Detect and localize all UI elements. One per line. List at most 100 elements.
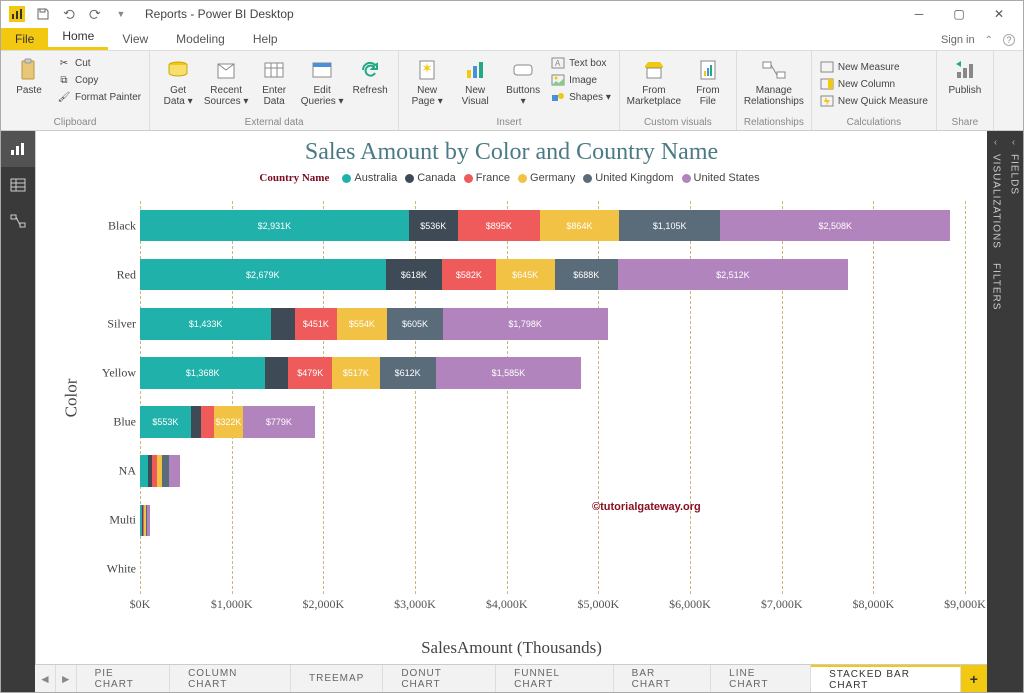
enter-data-button[interactable]: Enter Data: [250, 53, 298, 107]
tab-help[interactable]: Help: [239, 28, 292, 50]
new-page-button[interactable]: ✶New Page ▾: [403, 53, 451, 107]
page-tab[interactable]: BAR CHART: [614, 665, 712, 692]
chevron-left-icon[interactable]: ‹: [994, 137, 998, 148]
help-icon[interactable]: ?: [1003, 34, 1015, 46]
legend-title: Country Name: [259, 172, 329, 184]
new-visual-button[interactable]: New Visual: [451, 53, 499, 107]
bar-segment[interactable]: $553K: [140, 406, 191, 437]
add-page-button[interactable]: +: [961, 665, 987, 692]
undo-icon[interactable]: [57, 2, 81, 26]
edit-queries-button[interactable]: Edit Queries ▾: [298, 53, 346, 107]
bar-segment[interactable]: $2,679K: [140, 259, 386, 290]
signin-link[interactable]: Sign in: [941, 34, 975, 46]
bar-segment[interactable]: $605K: [387, 308, 442, 339]
bar-segment[interactable]: $451K: [295, 308, 336, 339]
close-button[interactable]: ✕: [979, 1, 1019, 27]
minimize-button[interactable]: ─: [899, 1, 939, 27]
page-tab[interactable]: DONUT CHART: [383, 665, 496, 692]
cut-button[interactable]: ✂Cut: [53, 55, 145, 71]
tab-view[interactable]: View: [108, 28, 162, 50]
paste-button[interactable]: Paste: [5, 53, 53, 96]
report-canvas[interactable]: Sales Amount by Color and Country Name C…: [35, 131, 987, 664]
bar-segment[interactable]: $864K: [540, 210, 619, 241]
redo-icon[interactable]: [83, 2, 107, 26]
refresh-button[interactable]: Refresh: [346, 53, 394, 96]
manage-relationships-button[interactable]: Manage Relationships: [741, 53, 807, 107]
report-view-icon[interactable]: [1, 131, 35, 167]
bar-segment[interactable]: $1,798K: [443, 308, 608, 339]
legend-item[interactable]: United States: [682, 172, 760, 184]
bar-segment[interactable]: $1,105K: [619, 210, 720, 241]
publish-button[interactable]: Publish: [941, 53, 989, 96]
bar-segment[interactable]: $779K: [243, 406, 314, 437]
legend-item[interactable]: United Kingdom: [583, 172, 673, 184]
legend-item[interactable]: France: [464, 172, 510, 184]
bar-segment[interactable]: [191, 406, 201, 437]
image-button[interactable]: Image: [547, 72, 615, 88]
bar-segment[interactable]: [271, 308, 295, 339]
bar-segment[interactable]: $1,433K: [140, 308, 271, 339]
bar-segment[interactable]: $322K: [214, 406, 244, 437]
page-tab[interactable]: PIE CHART: [77, 665, 170, 692]
page-tab[interactable]: COLUMN CHART: [170, 665, 291, 692]
bar-segment[interactable]: $895K: [458, 210, 540, 241]
bar-segment[interactable]: $479K: [288, 357, 332, 388]
format-painter-button[interactable]: 🖌Format Painter: [53, 89, 145, 105]
new-quick-measure-button[interactable]: New Quick Measure: [816, 93, 932, 109]
bar-segment[interactable]: [169, 455, 180, 486]
bar-segment[interactable]: $645K: [496, 259, 555, 290]
bar-segment[interactable]: [201, 406, 214, 437]
bar-segment[interactable]: $612K: [380, 357, 436, 388]
text-box-button[interactable]: AText box: [547, 55, 615, 71]
from-file-button[interactable]: From File: [684, 53, 732, 107]
category-label: Silver: [86, 316, 136, 331]
bar-segment[interactable]: $2,512K: [618, 259, 848, 290]
bar-row: Yellow$1,368K$479K$517K$612K$1,585K: [140, 357, 965, 388]
bar-segment[interactable]: $554K: [337, 308, 388, 339]
bar-segment[interactable]: $517K: [332, 357, 379, 388]
tab-modeling[interactable]: Modeling: [162, 28, 239, 50]
bar-segment[interactable]: $2,508K: [720, 210, 950, 241]
new-page-icon: ✶: [414, 57, 440, 83]
recent-sources-icon: [213, 57, 239, 83]
tab-file[interactable]: File: [1, 28, 48, 50]
copy-button[interactable]: ⧉Copy: [53, 72, 145, 88]
save-icon[interactable]: [31, 2, 55, 26]
legend-item[interactable]: Germany: [518, 172, 575, 184]
tabs-scroll-left[interactable]: ◄: [35, 665, 56, 692]
bar-segment[interactable]: [265, 357, 288, 388]
get-data-button[interactable]: Get Data ▾: [154, 53, 202, 107]
left-rail: [1, 131, 35, 692]
bar-segment[interactable]: $1,368K: [140, 357, 265, 388]
from-marketplace-button[interactable]: From Marketplace: [624, 53, 684, 107]
chevron-left-icon[interactable]: ‹: [1012, 137, 1016, 148]
bar-segment[interactable]: $618K: [386, 259, 443, 290]
fields-pane-collapsed[interactable]: ‹ FIELDS: [1005, 131, 1023, 692]
bar-segment[interactable]: $2,931K: [140, 210, 409, 241]
legend-item[interactable]: Australia: [342, 172, 397, 184]
bar-segment[interactable]: $688K: [555, 259, 618, 290]
buttons-button[interactable]: Buttons ▾: [499, 53, 547, 107]
ribbon-collapse-icon[interactable]: ⌃: [985, 35, 993, 46]
model-view-icon[interactable]: [1, 203, 35, 239]
page-tab[interactable]: STACKED BAR CHART: [811, 665, 961, 692]
bar-segment[interactable]: $536K: [409, 210, 458, 241]
page-tab[interactable]: LINE CHART: [711, 665, 811, 692]
tab-home[interactable]: Home: [48, 25, 108, 50]
page-tab[interactable]: FUNNEL CHART: [496, 665, 614, 692]
bar-segment[interactable]: $1,585K: [436, 357, 581, 388]
page-tab[interactable]: TREEMAP: [291, 665, 383, 692]
data-view-icon[interactable]: [1, 167, 35, 203]
visualizations-pane-collapsed[interactable]: ‹ VISUALIZATIONS FILTERS: [987, 131, 1005, 692]
new-measure-button[interactable]: New Measure: [816, 59, 932, 75]
qat-dropdown-icon[interactable]: ▼: [109, 2, 133, 26]
new-column-button[interactable]: New Column: [816, 76, 932, 92]
legend-item[interactable]: Canada: [405, 172, 456, 184]
bar-segment[interactable]: [147, 505, 149, 536]
tabs-scroll-right[interactable]: ►: [56, 665, 77, 692]
shapes-button[interactable]: Shapes ▾: [547, 89, 615, 105]
recent-sources-button[interactable]: Recent Sources ▾: [202, 53, 250, 107]
bar-segment[interactable]: [140, 455, 148, 486]
bar-segment[interactable]: $582K: [442, 259, 495, 290]
maximize-button[interactable]: ▢: [939, 1, 979, 27]
